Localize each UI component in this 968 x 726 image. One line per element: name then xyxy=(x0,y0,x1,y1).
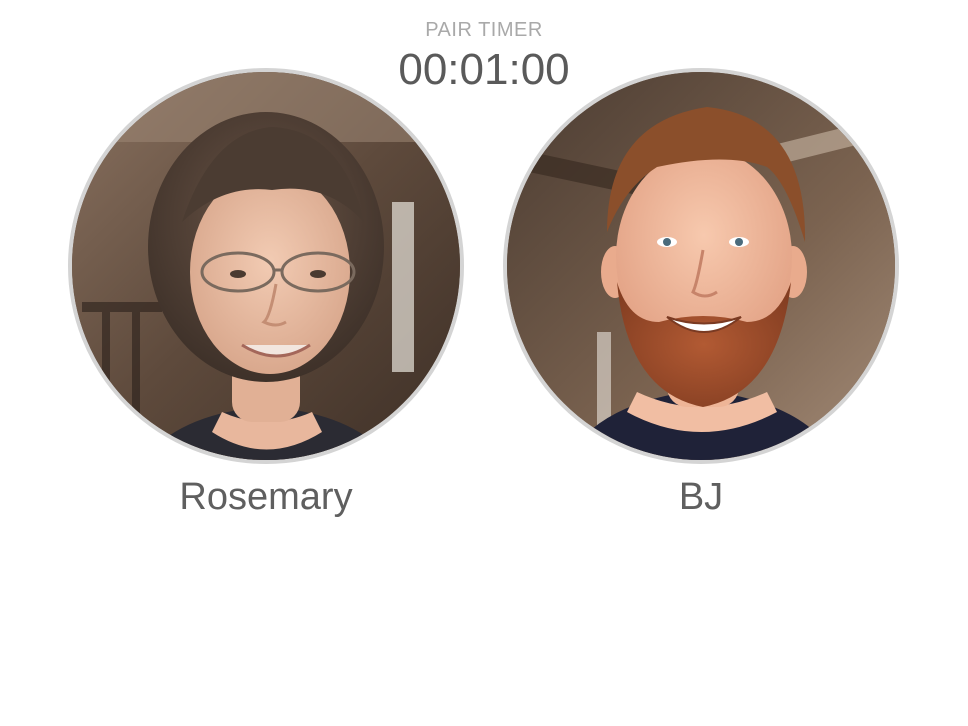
pair-member-name: BJ xyxy=(678,476,724,518)
pair-member-right: BJ xyxy=(503,68,899,520)
pair-timer-screen: PAIR TIMER 00:01:00 Rosemary BJ xyxy=(0,0,968,726)
portrait-photo xyxy=(507,72,895,460)
portrait-photo xyxy=(72,72,460,460)
avatar-bj xyxy=(503,68,899,464)
pair-member-left: Rosemary xyxy=(68,68,464,520)
avatar-rosemary xyxy=(68,68,464,464)
timer-label: PAIR TIMER xyxy=(425,19,543,41)
pair-member-name: Rosemary xyxy=(179,476,353,518)
